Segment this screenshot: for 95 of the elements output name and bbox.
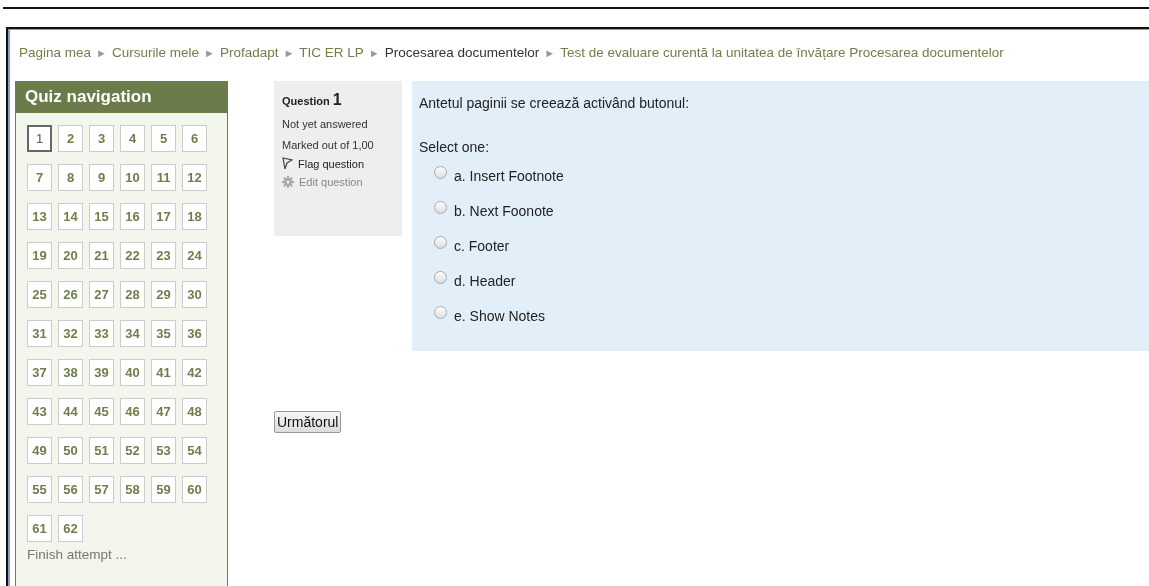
question-number-button[interactable]: 9 [89,164,114,191]
question-number-button[interactable]: 25 [27,281,52,308]
breadcrumb-link[interactable]: Test de evaluare curentă la unitatea de învățare Procesarea documentelor [560,45,1004,62]
question-state: Not yet answered [282,118,369,130]
question-number-button[interactable]: 21 [89,242,114,269]
question-number-button[interactable]: 38 [58,359,83,386]
breadcrumb-separator: ► [368,46,380,61]
question-number-button[interactable]: 49 [27,437,52,464]
question-number-button[interactable]: 62 [58,515,83,542]
answer-option[interactable]: c. Footer [454,237,510,254]
question-text: Antetul paginii se creează activând butonul: [419,95,691,111]
question-number-button[interactable]: 35 [151,320,176,347]
question-number-button[interactable]: 6 [182,125,207,152]
question-number-button[interactable]: 12 [182,164,207,191]
question-number-button[interactable]: 60 [182,476,207,503]
select-prompt: Select one: [419,139,491,155]
edit-question-link[interactable]: Edit question [299,176,363,188]
answer-option[interactable]: b. Next Foonote [454,202,554,219]
question-number-button[interactable]: 16 [120,203,145,230]
question-number-button[interactable]: 7 [27,164,52,191]
question-number-button[interactable]: 45 [89,398,114,425]
question-number-button[interactable]: 24 [182,242,207,269]
question-number-button[interactable]: 8 [58,164,83,191]
radio-button[interactable] [434,166,447,179]
question-number-button[interactable]: 52 [120,437,145,464]
question-number: Question 1 [282,91,343,109]
breadcrumb-separator: ► [544,46,556,61]
radio-button[interactable] [434,271,447,284]
answer-option[interactable]: a. Insert Footnote [454,167,564,184]
breadcrumb-separator: ► [283,46,295,61]
radio-button[interactable] [434,201,447,214]
question-number-button[interactable]: 57 [89,476,114,503]
question-number-button[interactable]: 23 [151,242,176,269]
flag-icon[interactable] [282,157,293,170]
next-button[interactable]: Următorul [274,411,342,433]
question-number-button[interactable]: 53 [151,437,176,464]
question-number-button[interactable]: 37 [27,359,52,386]
question-number-button[interactable]: 22 [120,242,145,269]
question-number-button[interactable]: 1 [27,125,52,152]
question-number-button[interactable]: 47 [151,398,176,425]
answer-option[interactable]: e. Show Notes [454,307,546,324]
question-number-button[interactable]: 30 [182,281,207,308]
question-number-button[interactable]: 20 [58,242,83,269]
gear-icon [282,176,294,188]
question-number-button[interactable]: 13 [27,203,52,230]
question-number-button[interactable]: 4 [120,125,145,152]
radio-button[interactable] [434,236,447,249]
question-number-button[interactable]: 61 [27,515,52,542]
question-number-button[interactable]: 34 [120,320,145,347]
question-number-button[interactable]: 40 [120,359,145,386]
panel-title: Quiz navigation [16,82,227,113]
radio-button[interactable] [434,306,447,319]
question-number-button[interactable]: 56 [58,476,83,503]
question-number-button[interactable]: 50 [58,437,83,464]
question-number-button[interactable]: 29 [151,281,176,308]
question-number-button[interactable]: 54 [182,437,207,464]
question-marks: Marked out of 1,00 [282,139,375,151]
question-number-button[interactable]: 32 [58,320,83,347]
question-number-button[interactable]: 2 [58,125,83,152]
question-number-button[interactable]: 48 [182,398,207,425]
question-number-button[interactable]: 11 [151,164,176,191]
breadcrumb-link[interactable]: TIC ER LP [299,45,364,62]
question-number-button[interactable]: 14 [58,203,83,230]
question-number-button[interactable]: 33 [89,320,114,347]
question-number-button[interactable]: 59 [151,476,176,503]
question-number-button[interactable]: 26 [58,281,83,308]
question-number-button[interactable]: 19 [27,242,52,269]
question-number-button[interactable]: 42 [182,359,207,386]
breadcrumb-separator: ► [96,46,107,61]
question-number-button[interactable]: 43 [27,398,52,425]
breadcrumb-separator: ► [204,46,215,61]
question-number-button[interactable]: 17 [151,203,176,230]
question-number-button[interactable]: 55 [27,476,52,503]
breadcrumb-link[interactable]: Pagina mea [19,45,92,62]
question-number-button[interactable]: 51 [89,437,114,464]
question-number-button[interactable]: 36 [182,320,207,347]
question-number-button[interactable]: 15 [89,203,114,230]
question-number-button[interactable]: 41 [151,359,176,386]
question-number-button[interactable]: 5 [151,125,176,152]
question-number-button[interactable]: 46 [120,398,145,425]
question-number-button[interactable]: 3 [89,125,114,152]
question-number-button[interactable]: 31 [27,320,52,347]
question-number-button[interactable]: 27 [89,281,114,308]
answer-option[interactable]: d. Header [454,272,516,289]
question-number-button[interactable]: 44 [58,398,83,425]
flag-question-link[interactable]: Flag question [298,157,365,170]
breadcrumb-link[interactable]: Profadapt [219,45,279,62]
question-number-button[interactable]: 18 [182,203,207,230]
breadcrumb-link[interactable]: Cursurile mele [111,45,199,62]
question-number-button[interactable]: 10 [120,164,145,191]
finish-attempt-link[interactable]: Finish attempt ... [27,547,227,562]
question-number-button[interactable]: 58 [120,476,145,503]
question-number-button[interactable]: 39 [89,359,114,386]
breadcrumb-link[interactable]: Procesarea documentelor [384,45,540,62]
question-number-button[interactable]: 28 [120,281,145,308]
